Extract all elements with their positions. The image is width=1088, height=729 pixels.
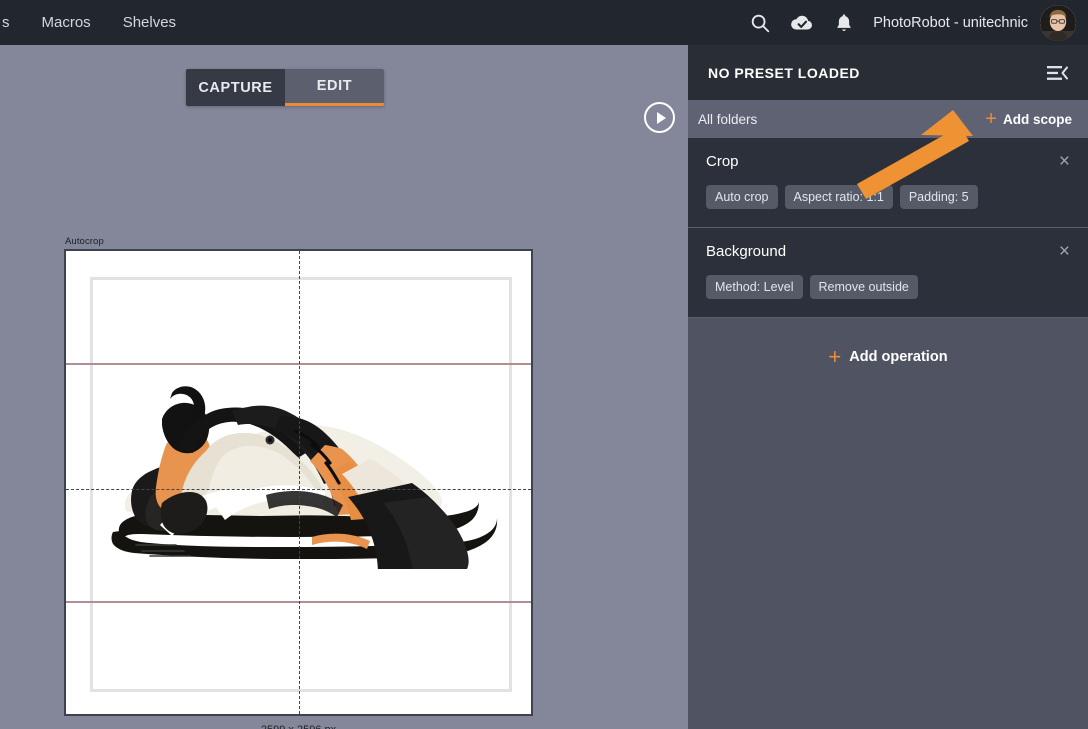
scope-bar: All folders + Add scope [688, 100, 1088, 138]
plus-icon: + [828, 346, 841, 368]
user-account-label[interactable]: PhotoRobot - unitechnic [873, 15, 1028, 31]
nav-tab-clipped[interactable]: s [0, 0, 26, 45]
top-navigation-bar: s Macros Shelves PhotoRobot - unitechnic [0, 0, 1088, 45]
nav-tab-shelves[interactable]: Shelves [107, 0, 192, 45]
add-operation-button[interactable]: + Add operation [688, 318, 1088, 396]
autocrop-overlay-label: Autocrop [65, 236, 104, 247]
chip-auto-crop[interactable]: Auto crop [706, 185, 778, 209]
image-preview-frame[interactable] [64, 249, 533, 716]
tab-capture[interactable]: CAPTURE [186, 69, 285, 106]
operation-background-chips: Method: Level Remove outside [706, 275, 1072, 299]
scope-label: All folders [698, 112, 757, 127]
search-icon[interactable] [739, 0, 781, 45]
operation-crop-header: Crop × [706, 152, 1072, 171]
operation-card-background: Background × Method: Level Remove outsid… [688, 228, 1088, 318]
operation-background-header: Background × [706, 242, 1072, 261]
chip-method-level[interactable]: Method: Level [706, 275, 803, 299]
operations-panel: NO PRESET LOADED All folders + Add scope… [688, 45, 1088, 729]
preset-status-label: NO PRESET LOADED [708, 65, 860, 81]
operation-crop-title: Crop [706, 153, 739, 170]
operation-card-crop: Crop × Auto crop Aspect ratio: 1:1 Paddi… [688, 138, 1088, 228]
close-icon[interactable]: × [1057, 242, 1072, 261]
cloud-check-icon[interactable] [781, 0, 823, 45]
top-bar-actions: PhotoRobot - unitechnic [739, 0, 1088, 45]
image-preview-inner [66, 251, 531, 714]
nav-tab-macros[interactable]: Macros [26, 0, 107, 45]
chip-padding[interactable]: Padding: 5 [900, 185, 978, 209]
tab-edit[interactable]: EDIT [285, 69, 384, 106]
image-dimensions-label: 2599 x 2596 px [64, 724, 533, 729]
operation-background-title: Background [706, 243, 786, 260]
play-button[interactable] [644, 102, 675, 133]
panel-header: NO PRESET LOADED [688, 45, 1088, 100]
chip-aspect-ratio[interactable]: Aspect ratio: 1:1 [785, 185, 893, 209]
close-icon[interactable]: × [1057, 152, 1072, 171]
editor-canvas: CAPTURE EDIT Autocrop [0, 45, 688, 729]
bell-icon[interactable] [823, 0, 865, 45]
add-operation-label: Add operation [849, 349, 947, 365]
collapse-panel-icon[interactable] [1042, 58, 1072, 88]
plus-icon: + [985, 109, 997, 129]
nav-tabs: s Macros Shelves [0, 0, 192, 45]
user-avatar[interactable] [1040, 5, 1076, 41]
capture-edit-mode-switch: CAPTURE EDIT [186, 69, 384, 106]
chip-remove-outside[interactable]: Remove outside [810, 275, 918, 299]
operation-crop-chips: Auto crop Aspect ratio: 1:1 Padding: 5 [706, 185, 1072, 209]
play-triangle-icon [657, 112, 666, 124]
product-image-sneaker [98, 379, 510, 569]
add-scope-button[interactable]: + Add scope [985, 109, 1072, 129]
add-scope-label: Add scope [1003, 112, 1072, 127]
